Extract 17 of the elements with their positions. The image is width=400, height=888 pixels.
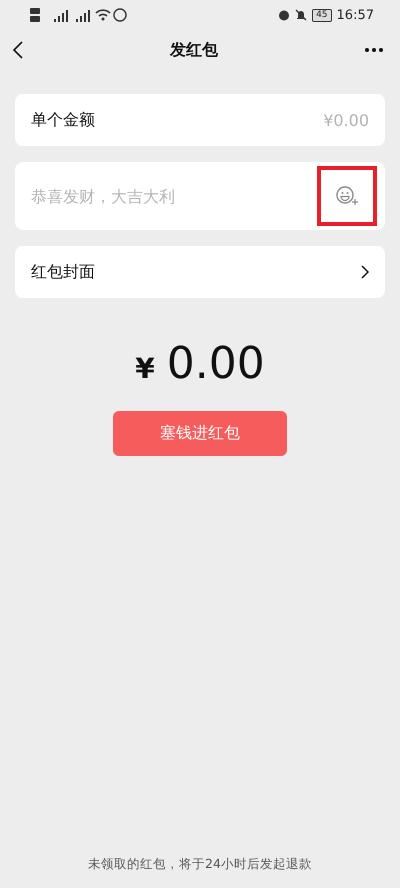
battery-level: 45 bbox=[312, 8, 332, 22]
more-icon[interactable] bbox=[364, 47, 384, 53]
page-title: 发红包 bbox=[170, 40, 218, 60]
amount-field[interactable]: ¥0.00 bbox=[269, 110, 369, 130]
emoji-button[interactable] bbox=[317, 166, 377, 226]
back-icon[interactable] bbox=[12, 40, 24, 60]
clock-time: 16:57 bbox=[336, 8, 374, 22]
cover-row[interactable]: 红包封面 bbox=[15, 246, 385, 298]
refund-note: 未领取的红包，将于24小时后发起退款 bbox=[88, 856, 312, 873]
muted-bell-icon bbox=[295, 9, 308, 21]
total-amount: 0.00 bbox=[166, 338, 265, 389]
greeting-field[interactable]: 恭喜发财，大吉大利 bbox=[31, 186, 271, 206]
amount-label: 单个金额 bbox=[31, 110, 95, 130]
currency-symbol: ¥ bbox=[135, 352, 155, 385]
chevron-icon bbox=[361, 265, 369, 279]
emoji-add-icon bbox=[335, 185, 359, 207]
cover-label: 红包封面 bbox=[31, 262, 95, 282]
